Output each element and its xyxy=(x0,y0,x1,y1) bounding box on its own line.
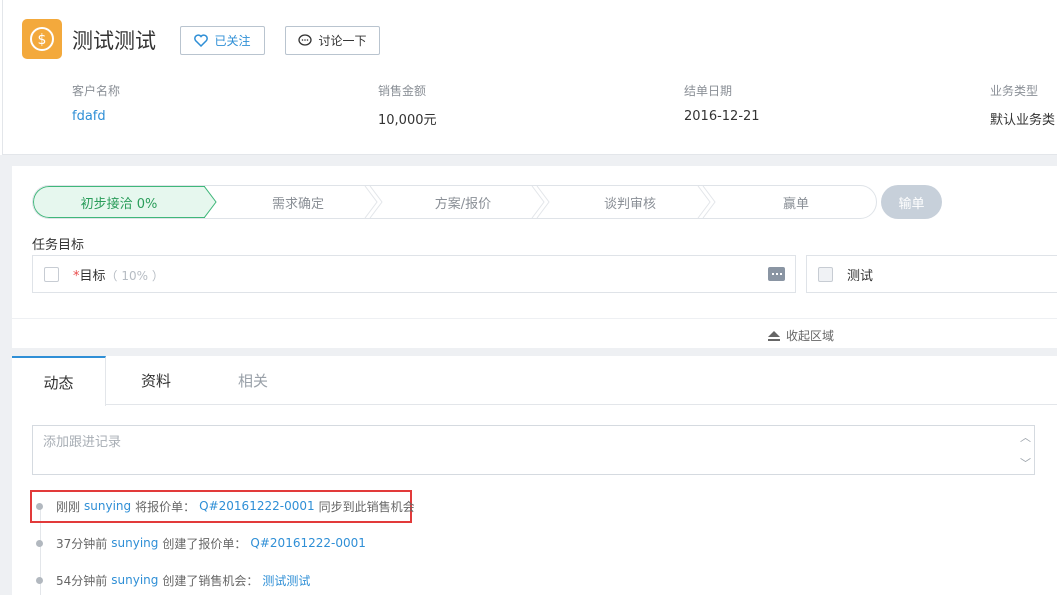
field-label: 客户名称 xyxy=(72,84,121,98)
field-label: 结单日期 xyxy=(684,84,733,98)
test-checkbox[interactable] xyxy=(818,266,833,282)
followup-placeholder: 添加跟进记录 xyxy=(43,435,122,450)
task-goal-item: *目标（ 10% ） xyxy=(32,255,796,293)
stage-item[interactable]: 赢单 xyxy=(716,186,876,218)
customer-link[interactable]: fdafd xyxy=(72,109,120,124)
timeline-action: 创建了销售机会： xyxy=(162,573,259,588)
heart-icon xyxy=(194,34,209,47)
eject-icon xyxy=(768,330,780,341)
timeline-action: 将报价单： xyxy=(135,499,196,514)
stage-chevron xyxy=(531,186,550,218)
chevron-down-icon[interactable]: ﹀ xyxy=(1020,455,1031,471)
field-value: 10,000元 xyxy=(378,113,437,128)
stage-item[interactable]: 谈判审核 xyxy=(550,186,710,218)
opportunity-link[interactable]: 测试测试 xyxy=(262,572,310,589)
chat-bubble-icon xyxy=(298,34,313,46)
timeline-action: 创建了报价单： xyxy=(162,536,247,551)
more-icon[interactable] xyxy=(768,267,785,281)
activity-card: 动态 资料 相关 添加跟进记录 ︿ ﹀ 刚刚 sunying 将报价单： Q#2… xyxy=(12,356,1057,595)
discuss-label: 讨论一下 xyxy=(318,34,367,48)
quote-link[interactable]: Q#20161222-0001 xyxy=(250,536,365,550)
discuss-button[interactable]: 讨论一下 xyxy=(285,26,380,55)
timeline-item: 刚刚 sunying 将报价单： Q#20161222-0001 同步到此销售机… xyxy=(36,496,415,516)
lose-button[interactable]: 输单 xyxy=(881,185,942,219)
timeline-dot xyxy=(36,502,43,510)
follow-button[interactable]: 已关注 xyxy=(180,26,265,55)
stage-item[interactable]: 方案/报价 xyxy=(383,186,543,218)
user-link[interactable]: sunying xyxy=(111,536,158,550)
user-link[interactable]: sunying xyxy=(111,573,158,587)
goal-percent: （ 10% ） xyxy=(105,268,164,283)
page-title: 测试测试 xyxy=(72,29,156,53)
stage-item-active[interactable]: 初步接洽 0% xyxy=(33,186,205,218)
timeline-dot xyxy=(36,576,43,584)
stage-chevron xyxy=(364,186,383,218)
task-test-item: 测试 xyxy=(806,255,1057,293)
field-close-date: 结单日期 2016-12-21 xyxy=(684,82,760,124)
chevron-up-icon[interactable]: ︿ xyxy=(1020,429,1031,445)
field-label: 业务类型 xyxy=(990,84,1039,98)
stage-progress: 初步接洽 0% 需求确定 方案/报价 谈判审核 赢单 xyxy=(32,185,877,219)
timeline-tail: 同步到此销售机会 xyxy=(318,499,415,514)
textarea-scrollbar[interactable]: ︿ ﹀ xyxy=(1017,426,1034,474)
field-value: 默认业务类 xyxy=(990,113,1056,128)
divider xyxy=(12,318,1057,319)
tab-related[interactable]: 相关 xyxy=(217,356,289,405)
quote-link[interactable]: Q#20161222-0001 xyxy=(199,499,314,513)
header-card: $ 测试测试 已关注 讨论一下 客户名称 fdafd 销售金额 10,000元 xyxy=(3,0,1057,155)
field-customer: 客户名称 fdafd xyxy=(72,82,120,124)
follow-label: 已关注 xyxy=(214,34,251,48)
timeline-time: 54分钟前 xyxy=(56,573,108,588)
svg-text:$: $ xyxy=(38,32,47,48)
stage-item[interactable]: 需求确定 xyxy=(218,186,378,218)
test-label: 测试 xyxy=(847,268,874,284)
timeline-time: 37分钟前 xyxy=(56,536,108,551)
stage-card: 初步接洽 0% 需求确定 方案/报价 谈判审核 赢单 输单 任务目标 *目标（ … xyxy=(12,166,1057,348)
user-link[interactable]: sunying xyxy=(84,499,131,513)
field-value: 2016-12-21 xyxy=(684,109,760,124)
tab-info[interactable]: 资料 xyxy=(120,356,192,405)
task-section-label: 任务目标 xyxy=(32,238,85,253)
timeline-dot xyxy=(36,539,43,547)
timeline-item: 54分钟前 sunying 创建了销售机会： 测试测试 xyxy=(36,570,314,590)
timeline-time: 刚刚 xyxy=(56,499,81,514)
timeline-item: 37分钟前 sunying 创建了报价单： Q#20161222-0001 xyxy=(36,533,370,553)
field-amount: 销售金额 10,000元 xyxy=(378,82,437,128)
collapse-label: 收起区域 xyxy=(786,329,835,343)
collapse-button[interactable]: 收起区域 xyxy=(767,327,834,344)
goal-label-wrap: *目标（ 10% ） xyxy=(73,265,164,284)
goal-checkbox[interactable] xyxy=(44,266,59,282)
goal-label: 目标 xyxy=(79,268,106,284)
tab-activity[interactable]: 动态 xyxy=(12,356,106,406)
dollar-icon: $ xyxy=(22,19,62,59)
field-label: 销售金额 xyxy=(378,84,427,98)
tab-bar: 动态 资料 相关 xyxy=(12,356,1057,406)
page: $ 测试测试 已关注 讨论一下 客户名称 fdafd 销售金额 10,000元 xyxy=(0,0,1057,595)
followup-input[interactable]: 添加跟进记录 ︿ ﹀ xyxy=(32,425,1035,475)
field-business-type: 业务类型 默认业务类 xyxy=(990,82,1055,128)
stage-chevron xyxy=(697,186,716,218)
